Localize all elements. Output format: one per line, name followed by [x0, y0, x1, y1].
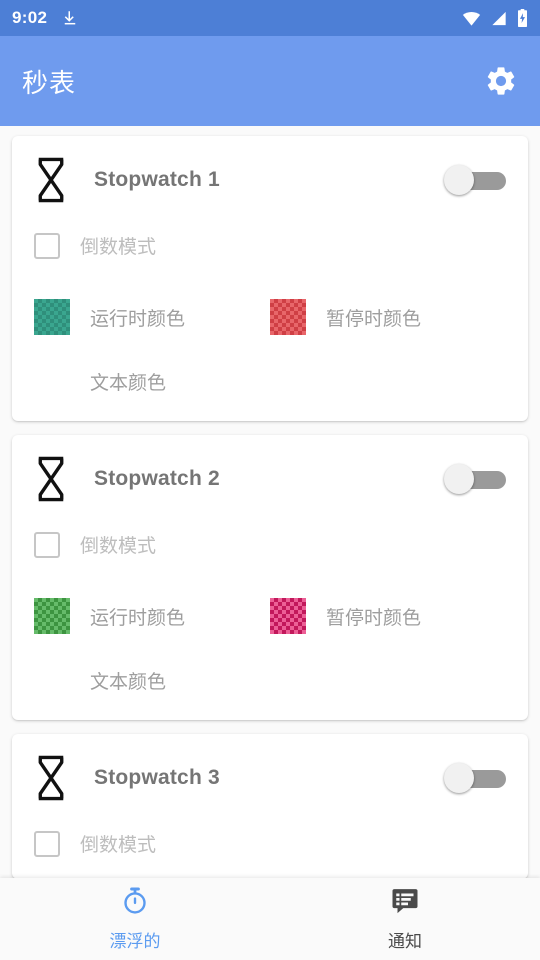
signal-icon [490, 11, 508, 26]
stopwatch-list[interactable]: Stopwatch 1 倒数模式 运行时颜色 暂停时颜色 文本颜色 Stopwa… [0, 126, 540, 960]
hourglass-icon [34, 157, 68, 203]
card-title: Stopwatch 1 [94, 168, 220, 191]
stopwatch-card[interactable]: Stopwatch 3 倒数模式 [12, 734, 528, 879]
settings-button[interactable] [484, 64, 518, 98]
comment-list-icon[interactable] [390, 886, 420, 921]
enable-toggle[interactable] [444, 763, 506, 793]
text-color-swatch[interactable] [34, 363, 70, 399]
stopwatch-card[interactable]: Stopwatch 1 倒数模式 运行时颜色 暂停时颜色 文本颜色 [12, 136, 528, 421]
status-bar-time: 9:02 [12, 8, 48, 27]
paused-color-picker[interactable]: 暂停时颜色 [270, 598, 506, 634]
hourglass-icon [34, 456, 68, 502]
bottom-navigation: 漂浮的 通知 [0, 878, 540, 960]
countdown-mode-checkbox[interactable] [34, 232, 60, 259]
countdown-mode-row[interactable]: 倒数模式 [34, 830, 506, 857]
stopwatch-icon[interactable] [120, 886, 150, 921]
card-header: Stopwatch 3 [34, 752, 506, 804]
text-color-label: 文本颜色 [90, 671, 167, 693]
paused-color-picker[interactable]: 暂停时颜色 [270, 299, 506, 335]
countdown-mode-label: 倒数模式 [80, 237, 157, 258]
battery-charging-icon [517, 9, 528, 27]
toggle-thumb [444, 763, 474, 793]
color-row: 运行时颜色 暂停时颜色 [34, 598, 506, 634]
stopwatch-card[interactable]: Stopwatch 2 倒数模式 运行时颜色 暂停时颜色 文本颜色 [12, 435, 528, 720]
card-title: Stopwatch 3 [94, 766, 220, 789]
status-bar: 9:02 [0, 0, 540, 36]
nav-item-notification[interactable]: 通知 [270, 886, 540, 952]
countdown-mode-label: 倒数模式 [80, 835, 157, 856]
paused-color-swatch[interactable] [270, 299, 306, 335]
nav-item-floating[interactable]: 漂浮的 [0, 886, 270, 952]
enable-toggle[interactable] [444, 165, 506, 195]
card-title: Stopwatch 2 [94, 467, 220, 490]
card-header: Stopwatch 2 [34, 453, 506, 505]
running-color-swatch[interactable] [34, 598, 70, 634]
color-row: 运行时颜色 暂停时颜色 [34, 299, 506, 335]
nav-label-notification: 通知 [388, 932, 422, 951]
countdown-mode-row[interactable]: 倒数模式 [34, 531, 506, 558]
toggle-thumb [444, 165, 474, 195]
status-bar-indicators [462, 9, 528, 27]
toggle-thumb [444, 464, 474, 494]
running-color-swatch[interactable] [34, 299, 70, 335]
card-header: Stopwatch 1 [34, 154, 506, 206]
text-color-swatch[interactable] [34, 662, 70, 698]
text-color-picker[interactable]: 文本颜色 [34, 363, 506, 399]
paused-color-swatch[interactable] [270, 598, 306, 634]
nav-label-floating: 漂浮的 [109, 932, 161, 951]
hourglass-icon [34, 755, 68, 801]
paused-color-label: 暂停时颜色 [326, 607, 422, 629]
gear-icon[interactable] [484, 64, 518, 98]
countdown-mode-row[interactable]: 倒数模式 [34, 232, 506, 259]
countdown-mode-checkbox[interactable] [34, 830, 60, 857]
text-color-picker[interactable]: 文本颜色 [34, 662, 506, 698]
paused-color-label: 暂停时颜色 [326, 308, 422, 330]
running-color-picker[interactable]: 运行时颜色 [34, 299, 270, 335]
running-color-label: 运行时颜色 [90, 607, 186, 629]
page-title: 秒表 [22, 67, 77, 98]
running-color-label: 运行时颜色 [90, 308, 186, 330]
countdown-mode-label: 倒数模式 [80, 536, 157, 557]
running-color-picker[interactable]: 运行时颜色 [34, 598, 270, 634]
countdown-mode-checkbox[interactable] [34, 531, 60, 558]
enable-toggle[interactable] [444, 464, 506, 494]
wifi-icon [462, 11, 481, 26]
text-color-label: 文本颜色 [90, 372, 167, 394]
download-icon [61, 9, 79, 27]
app-bar: 秒表 [0, 36, 540, 126]
